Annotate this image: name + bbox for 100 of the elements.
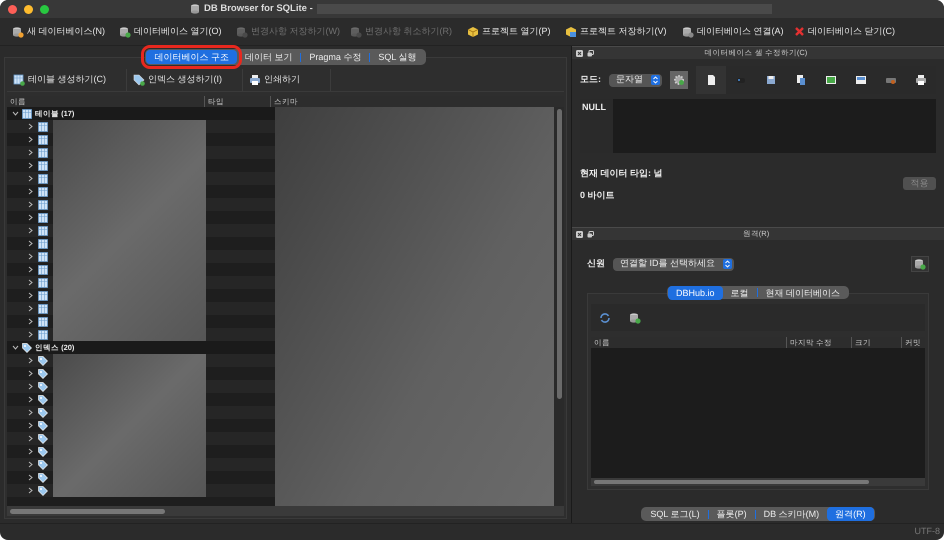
chevron-down-icon[interactable] bbox=[12, 110, 19, 117]
toolbar-button[interactable]: 프로젝트 열기(P) bbox=[463, 22, 561, 40]
tab[interactable]: 원격(R) bbox=[827, 507, 874, 521]
chevron-right-icon[interactable] bbox=[27, 318, 34, 325]
chevron-right-icon[interactable] bbox=[27, 214, 34, 221]
stepper-icon bbox=[723, 259, 732, 269]
mode-dropdown[interactable]: 문자열 bbox=[609, 74, 662, 86]
chevron-right-icon[interactable] bbox=[27, 331, 34, 338]
table-icon bbox=[38, 122, 48, 132]
toolbar-button[interactable]: 데이터베이스 연결(A) bbox=[678, 22, 790, 40]
chevron-right-icon[interactable] bbox=[27, 383, 34, 390]
chevron-down-icon[interactable] bbox=[12, 344, 19, 351]
table-icon bbox=[38, 330, 48, 340]
toolbar-button[interactable]: 새 데이터베이스(N) bbox=[8, 22, 115, 40]
chevron-right-icon[interactable] bbox=[27, 487, 34, 494]
database-icon bbox=[629, 312, 641, 324]
database-icon bbox=[190, 3, 200, 16]
table-icon bbox=[38, 264, 48, 274]
chevron-right-icon[interactable] bbox=[27, 396, 34, 403]
toolbar-button[interactable] bbox=[696, 66, 726, 94]
chevron-right-icon[interactable] bbox=[27, 448, 34, 455]
tag-icon bbox=[133, 74, 145, 86]
chevron-right-icon[interactable] bbox=[27, 474, 34, 481]
table-icon bbox=[38, 226, 48, 236]
chevron-right-icon[interactable] bbox=[27, 240, 34, 247]
tab[interactable]: SQL 로그(L) bbox=[642, 507, 708, 521]
chevron-right-icon[interactable] bbox=[27, 253, 34, 260]
tab[interactable]: 데이터 보기 bbox=[236, 50, 300, 64]
tag-icon bbox=[38, 368, 48, 378]
chevron-right-icon[interactable] bbox=[27, 461, 34, 468]
tag-icon bbox=[38, 486, 48, 496]
stepper-icon bbox=[651, 75, 660, 85]
scrollbar-thumb[interactable] bbox=[556, 109, 562, 399]
chevron-right-icon[interactable] bbox=[27, 409, 34, 416]
tab[interactable]: Pragma 수정 bbox=[301, 50, 370, 64]
chevron-right-icon[interactable] bbox=[27, 266, 34, 273]
tab[interactable]: 데이터베이스 구조 bbox=[146, 50, 237, 64]
chevron-right-icon[interactable] bbox=[27, 136, 34, 143]
chevron-right-icon[interactable] bbox=[27, 292, 34, 299]
scrollbar-thumb[interactable] bbox=[10, 508, 165, 514]
chevron-right-icon[interactable] bbox=[27, 149, 34, 156]
float-icon bbox=[587, 230, 594, 238]
tab[interactable]: 현재 데이터베이스 bbox=[758, 286, 848, 300]
database-icon bbox=[119, 26, 131, 38]
chevron-right-icon[interactable] bbox=[27, 422, 34, 429]
toolbar-button[interactable]: 인덱스 생성하기(I) bbox=[127, 68, 243, 90]
tab[interactable]: 로컬 bbox=[722, 286, 756, 300]
database-button[interactable] bbox=[911, 256, 929, 272]
toolbar-button[interactable]: 데이터베이스 열기(O) bbox=[115, 22, 232, 40]
table-icon bbox=[38, 316, 48, 326]
gear-icon bbox=[673, 74, 685, 86]
database-icon bbox=[236, 26, 248, 38]
table-icon bbox=[38, 174, 48, 184]
image-icon bbox=[855, 74, 867, 86]
tag-icon bbox=[38, 446, 48, 456]
float-icon bbox=[587, 50, 594, 56]
printer-icon bbox=[915, 74, 927, 86]
table-icon bbox=[38, 148, 48, 158]
table-icon bbox=[38, 238, 48, 248]
close-icon bbox=[576, 50, 583, 56]
table-icon bbox=[38, 212, 48, 222]
chevron-right-icon[interactable] bbox=[27, 357, 34, 364]
chevron-right-icon[interactable] bbox=[27, 305, 34, 312]
identity-dropdown[interactable]: 연결할 ID를 선택하세요 bbox=[613, 258, 734, 270]
table-icon bbox=[38, 160, 48, 170]
toolbar-button[interactable]: 테이블 생성하기(C) bbox=[7, 68, 127, 90]
chevron-right-icon[interactable] bbox=[27, 162, 34, 169]
close-icon bbox=[794, 26, 805, 37]
table-icon bbox=[38, 278, 48, 288]
chevron-right-icon[interactable] bbox=[27, 279, 34, 286]
chevron-right-icon[interactable] bbox=[27, 435, 34, 442]
toolbar-button[interactable]: 프로젝트 저장하기(V) bbox=[561, 22, 678, 40]
tab[interactable]: DB 스키마(M) bbox=[756, 507, 828, 521]
database-icon bbox=[914, 258, 926, 270]
cube-icon bbox=[467, 26, 479, 38]
tab[interactable]: SQL 실행 bbox=[370, 50, 425, 64]
refresh-icon bbox=[599, 312, 611, 324]
cube-icon bbox=[565, 26, 577, 38]
chevron-right-icon[interactable] bbox=[27, 370, 34, 377]
toolbar-button[interactable]: 데이터베이스 닫기(C) bbox=[790, 22, 899, 40]
chevron-right-icon[interactable] bbox=[27, 201, 34, 208]
chevron-right-icon[interactable] bbox=[27, 175, 34, 182]
data-type-text: 현재 데이터 타입: 널 bbox=[580, 167, 662, 180]
size-text: 0 바이트 bbox=[580, 188, 616, 202]
settings-button[interactable] bbox=[670, 71, 688, 89]
identity-label: 신원 bbox=[587, 257, 605, 270]
toolbar-button[interactable]: 인쇄하기 bbox=[243, 68, 331, 90]
close-icon bbox=[576, 230, 583, 238]
chevron-right-icon[interactable] bbox=[27, 227, 34, 234]
tag-icon bbox=[38, 394, 48, 404]
database-icon bbox=[682, 26, 694, 38]
chevron-right-icon[interactable] bbox=[27, 123, 34, 130]
scrollbar-thumb[interactable] bbox=[594, 480, 869, 484]
tab[interactable]: DBHub.io bbox=[668, 286, 722, 300]
image-add-icon bbox=[825, 74, 837, 86]
tag-icon bbox=[22, 342, 32, 352]
text-editor[interactable]: NULL bbox=[580, 99, 936, 153]
tab[interactable]: 플롯(P) bbox=[708, 507, 755, 521]
chevron-right-icon[interactable] bbox=[27, 188, 34, 195]
database-icon bbox=[350, 26, 362, 38]
